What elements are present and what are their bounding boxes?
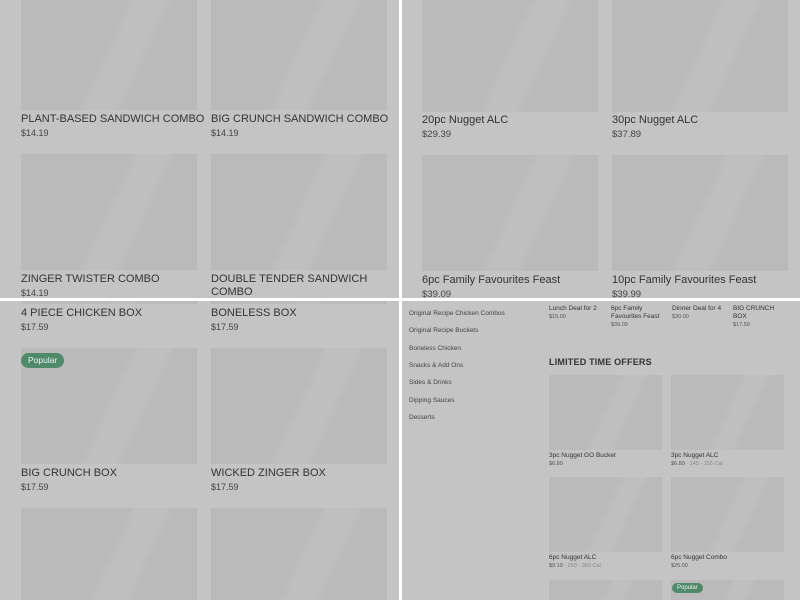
product-name[interactable]: 6pc Nugget Combo — [671, 554, 727, 562]
product-name[interactable]: 4 PIECE CHICKEN BOX — [21, 307, 142, 320]
product-name[interactable]: 3pc Nugget ALC — [671, 452, 718, 460]
product-price: $39.99 — [612, 289, 642, 298]
price-value: $6.89 — [671, 461, 685, 467]
category-nav-item[interactable]: Original Recipe Chicken Combos — [409, 310, 505, 317]
product-price: $17.59 — [211, 322, 239, 332]
product-price: $15.00 — [549, 314, 566, 320]
panel-bottom-right: Original Recipe Chicken Combos Original … — [402, 301, 800, 600]
product-price: $14.19 — [21, 288, 49, 298]
popular-badge: Popular — [672, 583, 703, 593]
product-image[interactable] — [612, 155, 788, 271]
product-image[interactable] — [211, 0, 387, 110]
product-price: $37.89 — [612, 129, 642, 140]
panel-top-right: 20pc Nugget ALC $29.39 30pc Nugget ALC $… — [402, 0, 800, 298]
panel-top-left: PLANT-BASED SANDWICH COMBO $14.19 BIG CR… — [0, 0, 399, 298]
product-name[interactable]: ZINGER TWISTER COMBO — [21, 273, 160, 286]
category-nav-item[interactable]: Boneless Chicken — [409, 345, 461, 352]
product-image[interactable] — [671, 477, 784, 552]
product-name[interactable]: 10pc Family Favourites Feast — [612, 274, 756, 287]
product-price: $6.89 · 145 - 255 Cal — [671, 461, 723, 467]
product-image[interactable] — [211, 348, 387, 464]
calorie-range: · 145 - 255 Cal — [684, 461, 723, 467]
product-image[interactable] — [612, 0, 788, 112]
product-name[interactable]: 3pc Nugget GO Bucket — [549, 452, 616, 460]
product-name[interactable]: 20pc Nugget ALC — [422, 114, 508, 127]
product-name[interactable]: DOUBLE TENDER SANDWICH COMBO — [211, 273, 371, 298]
product-price: $25.00 — [671, 563, 688, 569]
price-value: $25.00 — [671, 563, 688, 569]
product-name[interactable]: Dinner Deal for 4 — [672, 305, 730, 313]
section-title: LIMITED TIME OFFERS — [549, 357, 652, 367]
product-price: $9.19 · 250 - 360 Cal — [549, 563, 601, 569]
product-price: $14.19 — [211, 128, 239, 138]
product-price: $17.59 — [21, 482, 49, 492]
product-image[interactable] — [549, 375, 662, 450]
product-price: $30.00 — [672, 314, 689, 320]
product-name[interactable]: 6pc Nugget ALC — [549, 554, 596, 562]
calorie-range: · 250 - 360 Cal — [562, 563, 601, 569]
product-image[interactable] — [549, 477, 662, 552]
product-price: $17.59 — [211, 482, 239, 492]
product-image[interactable] — [211, 508, 387, 600]
popular-badge: Popular — [21, 353, 65, 368]
product-price: $39.09 — [611, 322, 628, 328]
product-name[interactable]: 6pc Family Favourites Feast — [422, 274, 560, 287]
product-name[interactable]: BIG CRUNCH SANDWICH COMBO — [211, 113, 388, 126]
product-image[interactable] — [671, 375, 784, 450]
category-nav-item[interactable]: Dipping Sauces — [409, 397, 455, 404]
product-image[interactable] — [211, 154, 387, 270]
product-image[interactable] — [422, 155, 598, 271]
product-price: $29.39 — [422, 129, 452, 140]
product-image[interactable] — [21, 301, 197, 304]
product-name[interactable]: BONELESS BOX — [211, 307, 297, 320]
product-name[interactable]: 30pc Nugget ALC — [612, 114, 698, 127]
category-nav-item[interactable]: Desserts — [409, 414, 435, 421]
product-price: $17.59 — [733, 322, 750, 328]
product-image[interactable] — [211, 301, 387, 304]
product-name[interactable]: PLANT-BASED SANDWICH COMBO — [21, 113, 204, 126]
category-nav-item[interactable]: Snacks & Add Ons — [409, 362, 463, 369]
price-value: $9.19 — [549, 563, 563, 569]
product-price: $6.89 — [549, 461, 563, 467]
product-name[interactable]: 6pc Family Favourites Feast — [611, 305, 665, 321]
panel-bottom-left: 4 PIECE CHICKEN BOX $17.59 BONELESS BOX … — [0, 301, 399, 600]
category-nav-item[interactable]: Sides & Drinks — [409, 379, 452, 386]
product-name[interactable]: WICKED ZINGER BOX — [211, 467, 326, 480]
product-image[interactable] — [549, 580, 662, 600]
product-image[interactable] — [422, 0, 598, 112]
product-image[interactable] — [21, 154, 197, 270]
product-name[interactable]: Lunch Deal for 2 — [549, 305, 605, 313]
product-price: $39.09 — [422, 289, 452, 298]
product-price: $17.59 — [21, 322, 49, 332]
product-image[interactable] — [21, 508, 197, 600]
product-name[interactable]: BIG CRUNCH BOX — [733, 305, 785, 321]
product-price: $14.19 — [21, 128, 49, 138]
price-value: $6.89 — [549, 461, 563, 467]
product-image[interactable] — [21, 0, 197, 110]
category-nav-item[interactable]: Original Recipe Buckets — [409, 327, 478, 334]
product-name[interactable]: BIG CRUNCH BOX — [21, 467, 117, 480]
